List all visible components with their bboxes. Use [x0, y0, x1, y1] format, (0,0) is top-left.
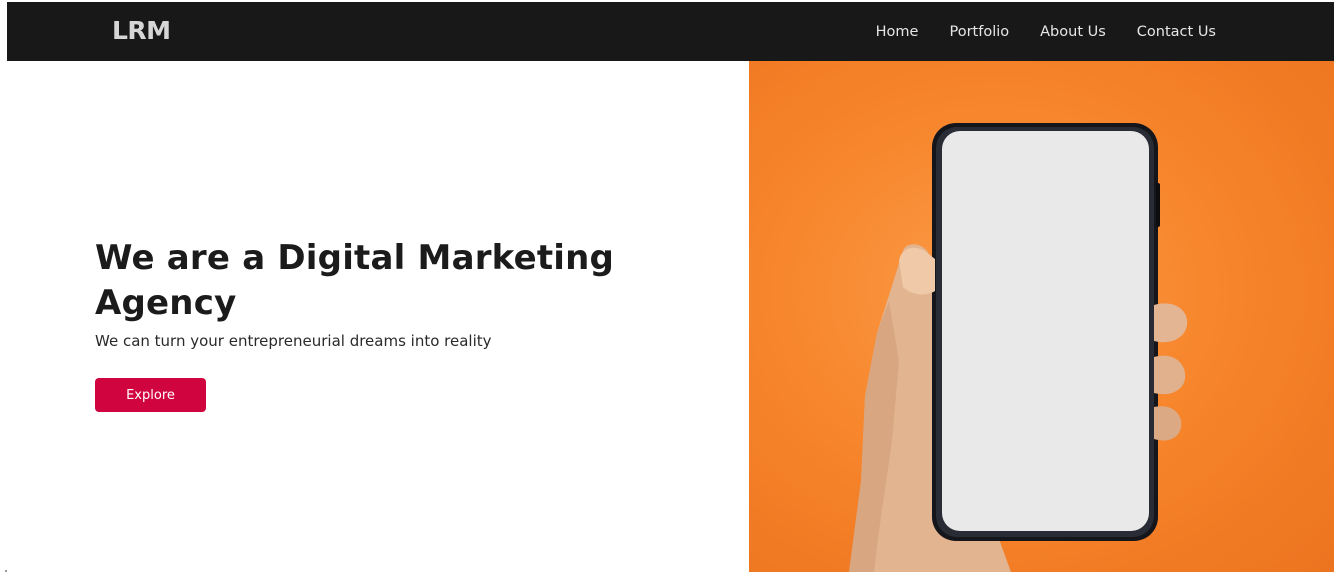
hero-title: We are a Digital Marketing Agency	[95, 238, 615, 323]
finger-2	[1154, 355, 1186, 395]
hero-text: We are a Digital Marketing Agency We can…	[95, 236, 715, 351]
phone-screen	[942, 131, 1149, 531]
page-marker	[5, 570, 7, 572]
explore-button[interactable]: Explore	[95, 378, 206, 412]
hand-holding-smartphone-image	[849, 123, 1188, 572]
hero-subtitle: We can turn your entrepreneurial dreams …	[95, 332, 492, 350]
navbar: LRM Home Portfolio About Us Contact Us	[7, 2, 1334, 61]
brand-logo[interactable]: LRM	[112, 16, 171, 46]
nav-links: Home Portfolio About Us Contact Us	[876, 2, 1216, 61]
nav-link-contact-us[interactable]: Contact Us	[1137, 24, 1216, 40]
nav-link-portfolio[interactable]: Portfolio	[949, 24, 1009, 40]
finger-1	[1154, 303, 1188, 343]
hero-image	[749, 61, 1334, 572]
nav-link-home[interactable]: Home	[876, 24, 919, 40]
nav-link-about-us[interactable]: About Us	[1040, 24, 1106, 40]
finger-3	[1154, 406, 1182, 441]
thumb	[899, 247, 935, 295]
